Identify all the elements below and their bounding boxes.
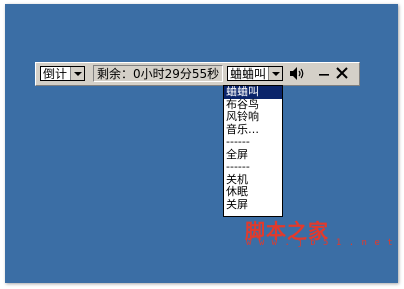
list-item[interactable]: 风铃响 <box>224 110 282 124</box>
minimize-button[interactable] <box>318 66 330 81</box>
minimize-icon <box>319 74 329 76</box>
list-item[interactable]: 休眠 <box>224 185 282 199</box>
sound-select[interactable]: 蛐蛐叫 <box>227 66 283 81</box>
remaining-time-label: 剩余：0小时29分55秒 <box>97 67 220 81</box>
mode-select-value: 倒计 <box>43 67 68 81</box>
list-item[interactable]: 蛐蛐叫 <box>224 86 282 99</box>
chevron-down-icon[interactable] <box>268 67 282 80</box>
mode-select[interactable]: 倒计 <box>40 66 85 81</box>
sound-select-value: 蛐蛐叫 <box>230 67 267 81</box>
list-item[interactable]: 关屏 <box>224 198 282 212</box>
timer-toolbar: 倒计 剩余：0小时29分55秒 蛐蛐叫 <box>35 62 360 86</box>
chevron-down-icon[interactable] <box>70 67 84 80</box>
list-separator: ------ <box>226 135 250 148</box>
speaker-icon[interactable] <box>289 66 307 81</box>
list-separator: ------ <box>226 160 250 173</box>
close-icon <box>336 67 348 79</box>
watermark-url: w w w . j b 5 1 . n e t <box>246 238 394 248</box>
remaining-time-panel: 剩余：0小时29分55秒 <box>93 65 223 82</box>
sound-dropdown-list: 蛐蛐叫 布谷鸟 风铃响 音乐… ------ 全屏 ------ 关机 休眠 关… <box>223 85 283 217</box>
close-button[interactable] <box>335 66 349 81</box>
